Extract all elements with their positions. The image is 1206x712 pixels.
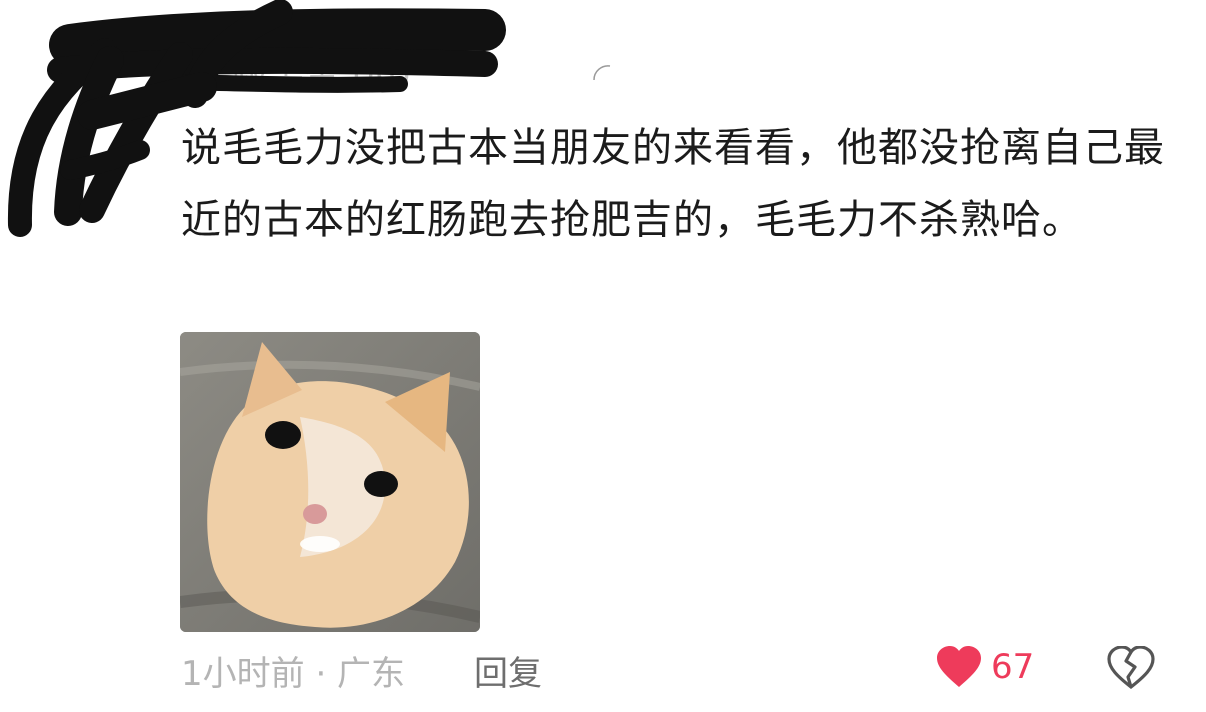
like-button[interactable]: 67 xyxy=(935,645,1034,689)
comment-header: 啵梨蟹 bro xyxy=(0,0,620,250)
kitten-image[interactable] xyxy=(180,332,480,632)
broken-heart-icon xyxy=(1107,645,1155,690)
redaction-scribble xyxy=(7,0,506,237)
heart-filled-icon xyxy=(937,646,981,687)
comment-time-location: 1小时前 · 广东 xyxy=(181,654,406,694)
like-count: 67 xyxy=(991,647,1035,687)
kitten-illustration xyxy=(180,332,480,632)
dislike-button[interactable] xyxy=(1106,645,1156,694)
reply-button[interactable]: 回复 xyxy=(474,646,542,695)
